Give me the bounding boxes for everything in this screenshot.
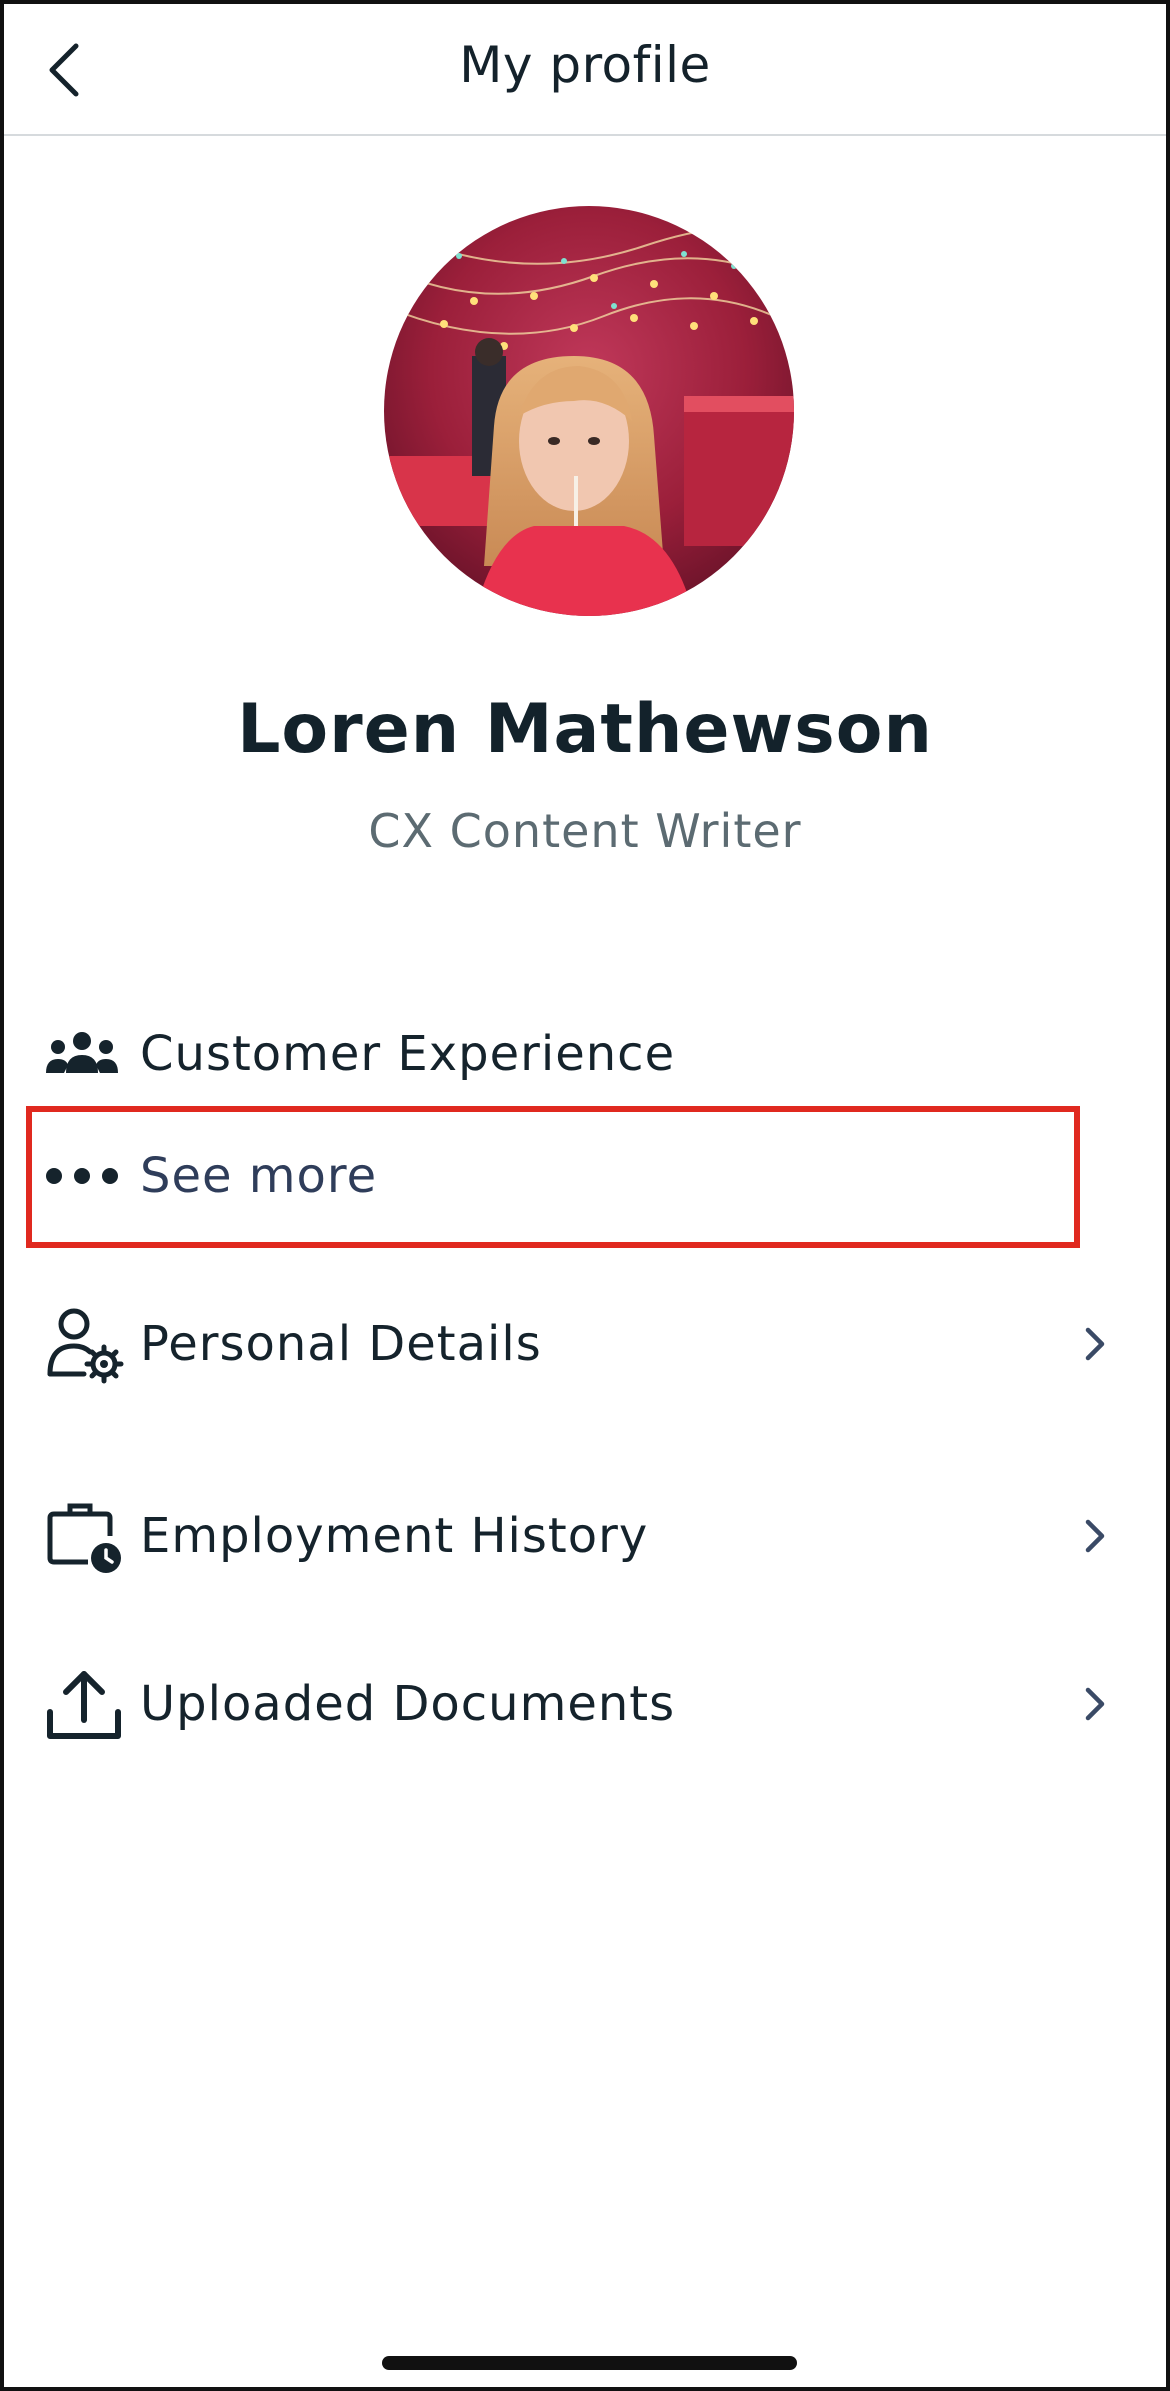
user-name: Loren Mathewson xyxy=(237,690,933,769)
see-more-label: See more xyxy=(140,1148,378,1204)
menu-item-label: Employment History xyxy=(140,1508,649,1564)
chevron-right-icon xyxy=(1080,1324,1110,1364)
chevron-right-icon xyxy=(1080,1516,1110,1556)
user-role: CX Content Writer xyxy=(368,804,802,858)
page-title: My profile xyxy=(459,36,711,94)
menu-item-label: Uploaded Documents xyxy=(140,1676,676,1732)
team-icon xyxy=(44,1011,130,1097)
home-indicator[interactable] xyxy=(382,2356,797,2370)
department-label: Customer Experience xyxy=(140,1026,676,1082)
menu-item-employment-history[interactable]: Employment History xyxy=(44,1488,1124,1584)
menu-item-label: Personal Details xyxy=(140,1316,542,1372)
menu-item-personal-details[interactable]: Personal Details xyxy=(44,1296,1124,1392)
see-more-button[interactable]: See more xyxy=(44,1128,1124,1224)
user-settings-icon xyxy=(44,1301,130,1387)
more-horizontal-icon xyxy=(44,1133,130,1219)
department-row: Customer Experience xyxy=(44,1006,1124,1102)
avatar xyxy=(384,206,794,616)
chevron-right-icon xyxy=(1080,1684,1110,1724)
menu-item-uploaded-documents[interactable]: Uploaded Documents xyxy=(44,1656,1124,1752)
briefcase-clock-icon xyxy=(44,1493,130,1579)
upload-icon xyxy=(44,1661,130,1747)
profile-screen: My profile Loren Mathewson CX Content Wr… xyxy=(0,0,1170,2391)
top-bar: My profile xyxy=(4,4,1166,136)
